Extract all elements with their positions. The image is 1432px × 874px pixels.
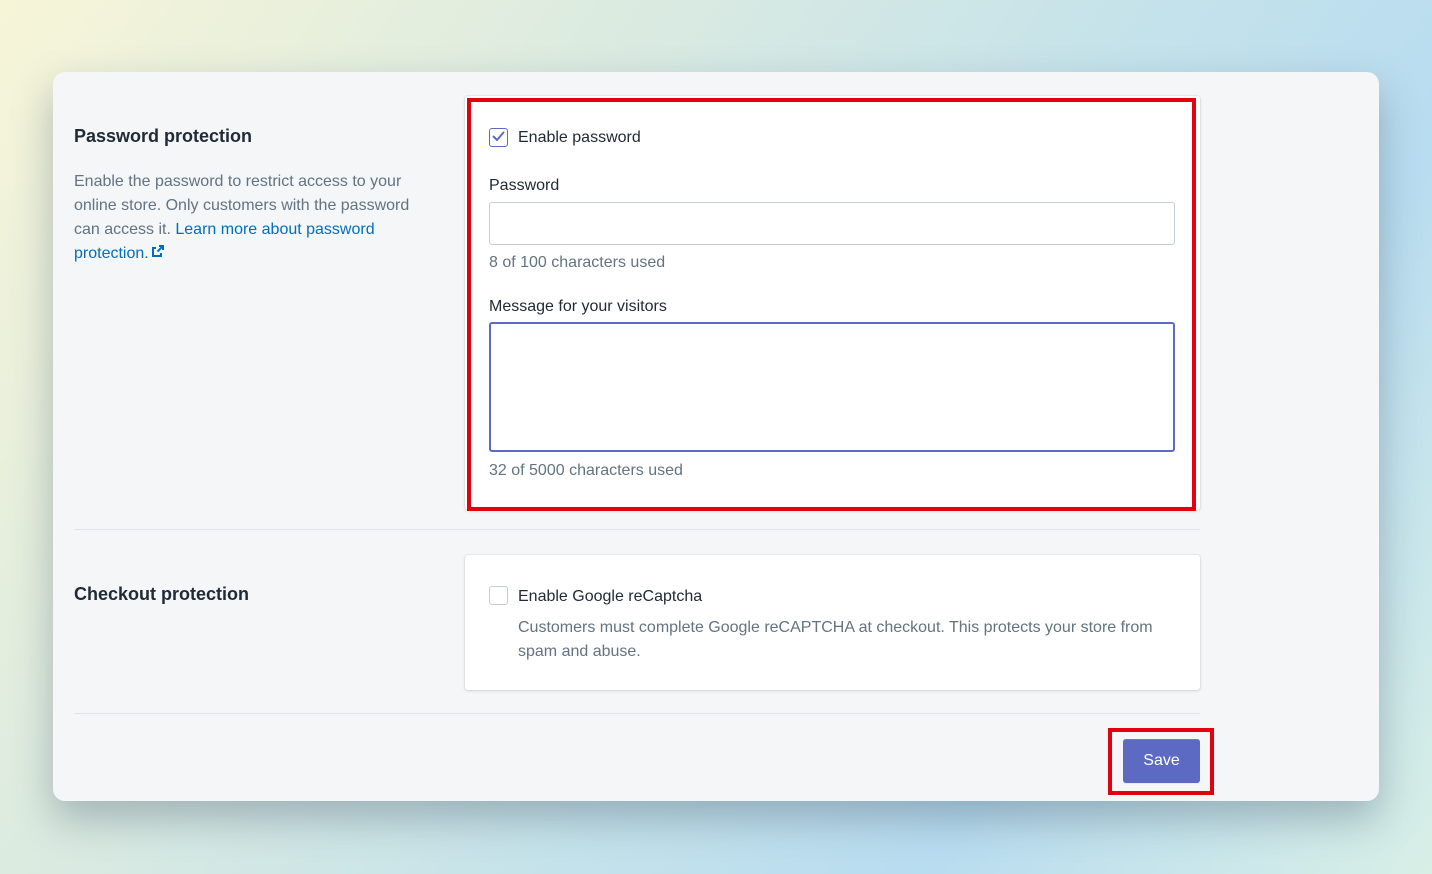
message-char-count: 32 of 5000 characters used — [489, 462, 683, 479]
password-protection-description: Enable the password to restrict access t… — [74, 170, 434, 266]
checkout-panel: Enable Google reCaptcha Customers must c… — [465, 555, 1200, 690]
password-field-label: Password — [489, 177, 560, 194]
save-button[interactable]: Save — [1123, 739, 1200, 783]
checkmark-icon — [492, 129, 505, 147]
enable-recaptcha-checkbox[interactable] — [489, 586, 508, 605]
section-divider — [74, 529, 1200, 530]
password-char-count: 8 of 100 characters used — [489, 254, 666, 271]
message-field-label: Message for your visitors — [489, 298, 667, 315]
external-link-icon — [151, 242, 165, 266]
footer-divider — [74, 713, 1200, 714]
password-protection-title: Password protection — [74, 126, 253, 146]
enable-recaptcha-label[interactable]: Enable Google reCaptcha — [518, 588, 702, 606]
password-panel: Enable password Password 8 of 100 charac… — [465, 96, 1200, 510]
settings-card: Password protection Enable the password … — [53, 72, 1379, 801]
enable-password-checkbox[interactable] — [489, 128, 508, 147]
visitor-message-textarea[interactable] — [489, 322, 1175, 452]
enable-password-label[interactable]: Enable password — [518, 129, 641, 147]
checkout-protection-title: Checkout protection — [74, 584, 250, 604]
password-input[interactable] — [489, 202, 1175, 245]
recaptcha-help-text: Customers must complete Google reCAPTCHA… — [518, 619, 1153, 660]
